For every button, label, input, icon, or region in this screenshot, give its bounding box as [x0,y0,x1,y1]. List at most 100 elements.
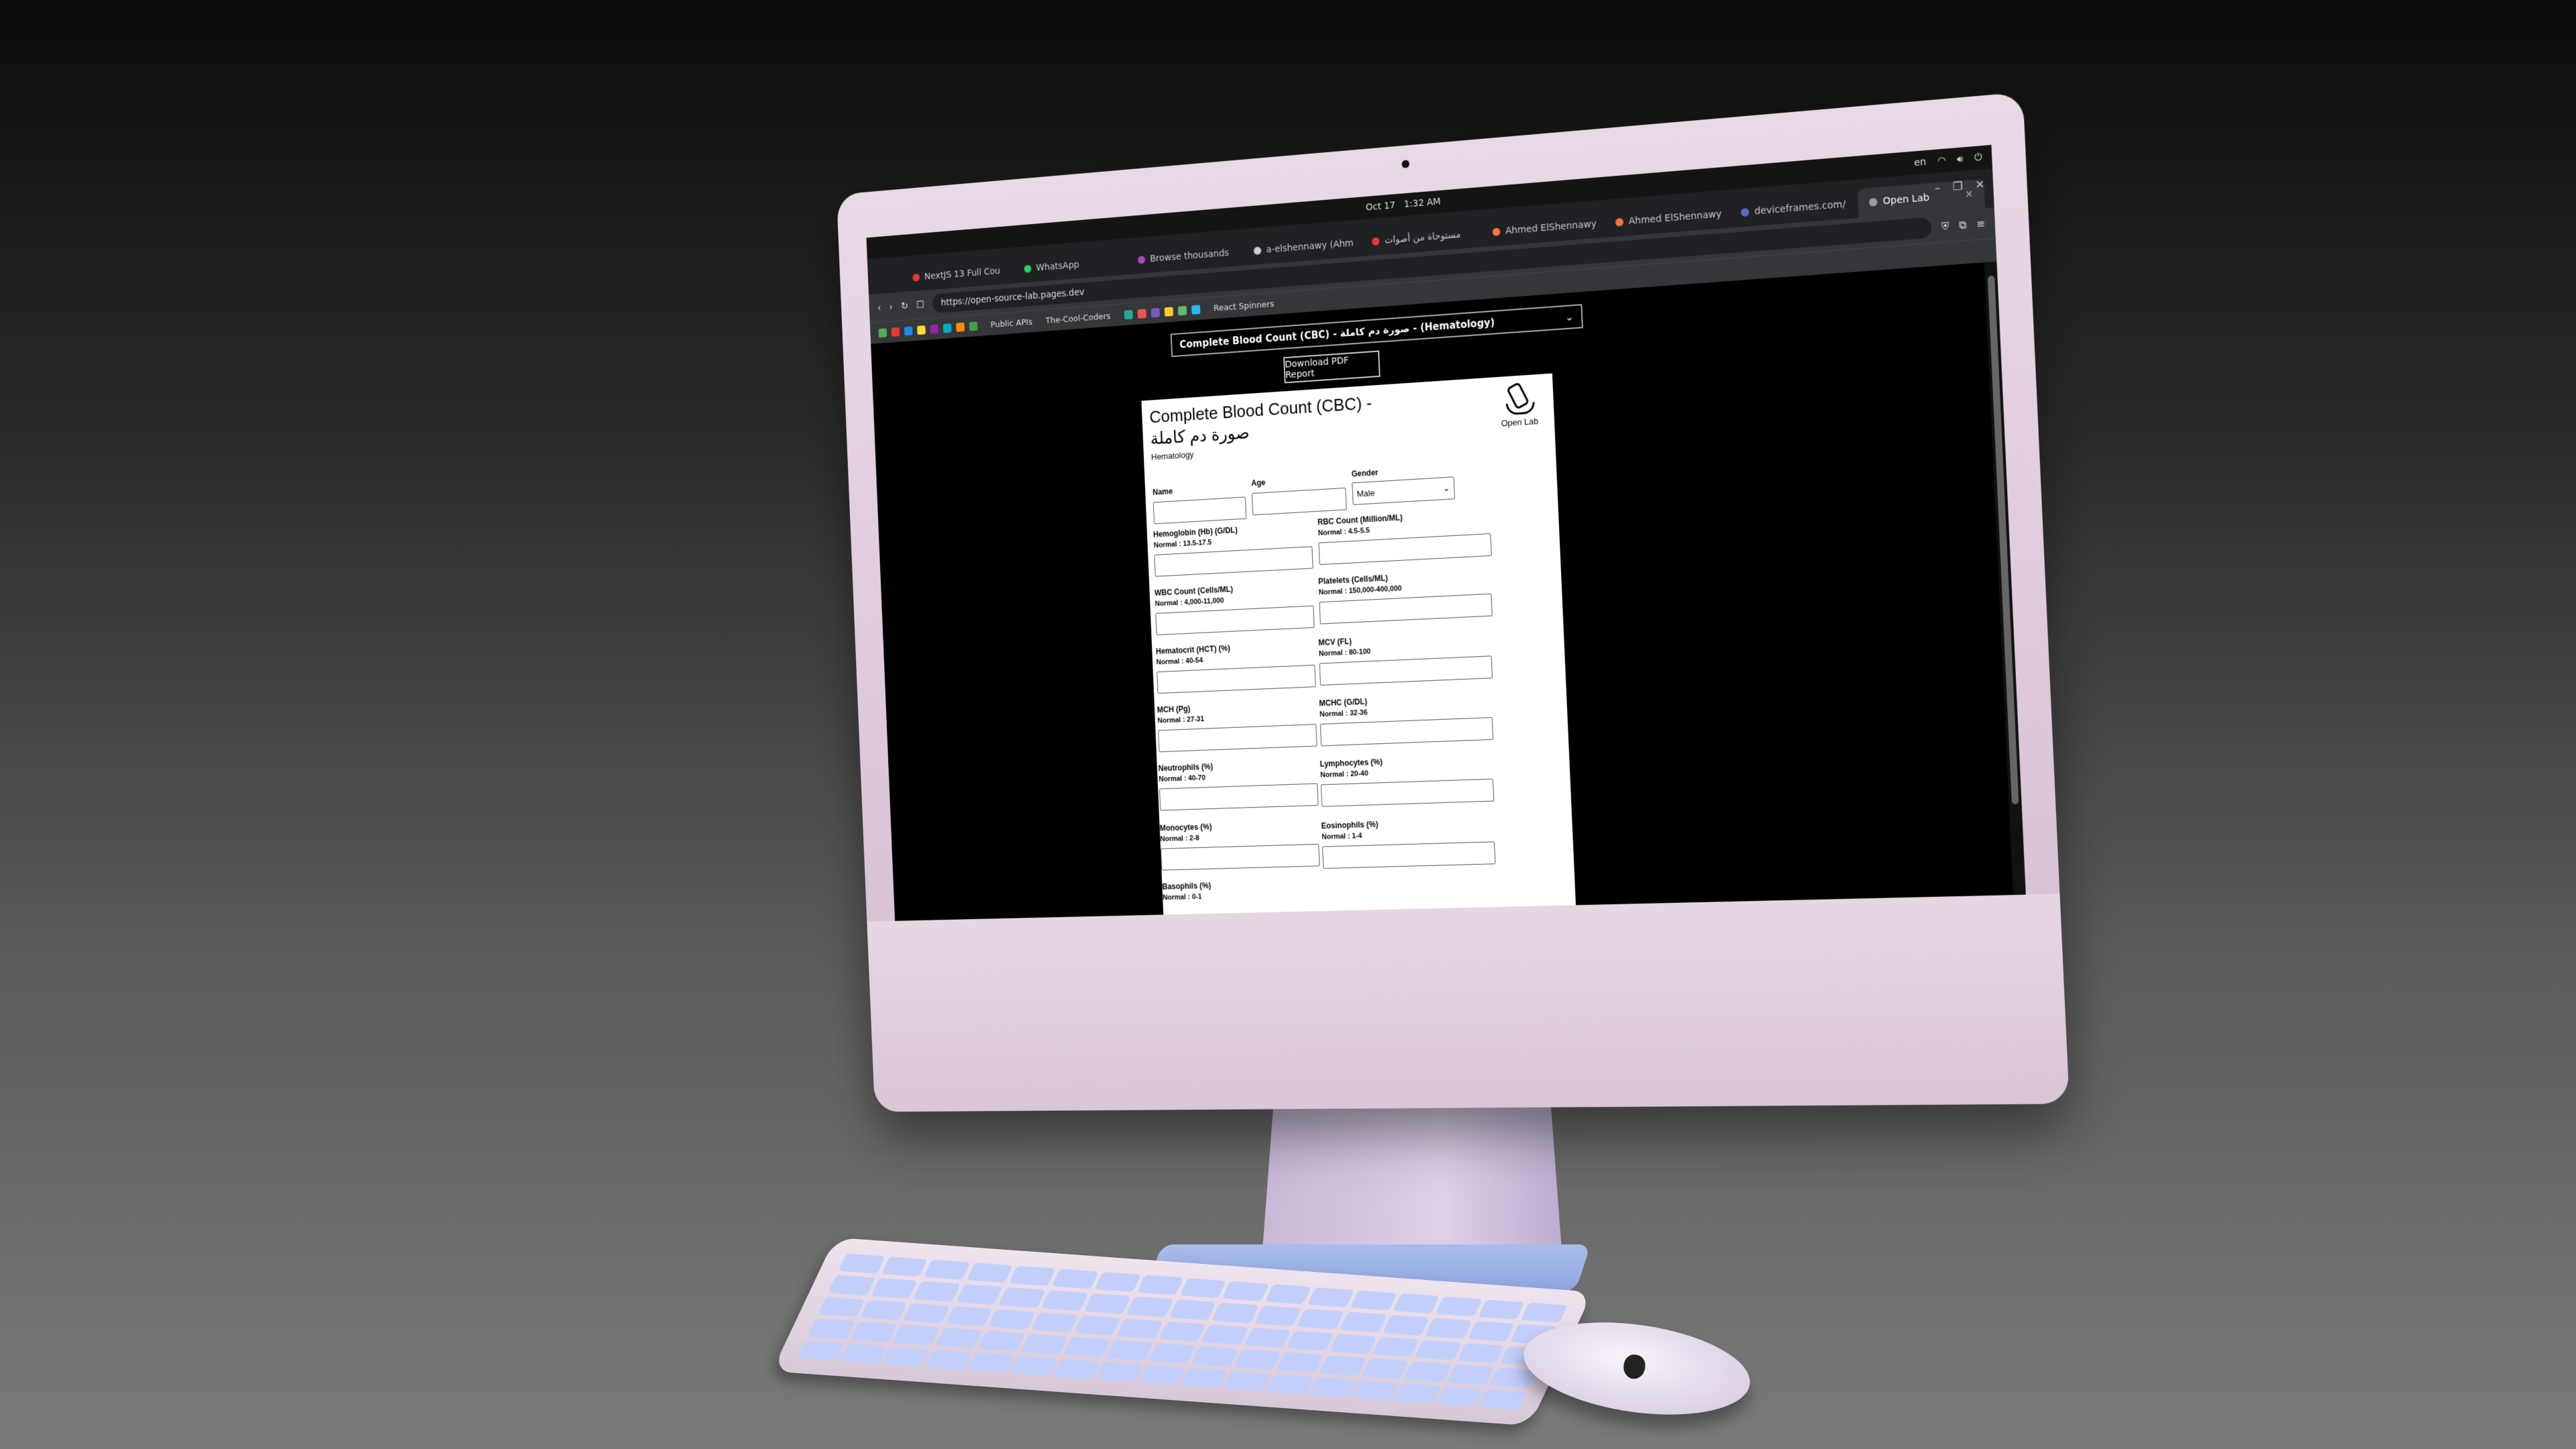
bookmark-the-cool-coders[interactable]: The-Cool-Coders [1045,311,1111,326]
bookmark-favicon-icon[interactable] [943,323,952,333]
test-label: Basophils (%) [1162,881,1211,891]
test-input[interactable] [1159,784,1318,811]
bookmark-react-spinners[interactable]: React Spinners [1214,299,1275,313]
bookmark-favicon-icon[interactable] [1164,307,1173,316]
name-label: Name [1152,486,1173,496]
gender-field-group: Gender Male ⌄ [1351,464,1455,505]
bookmark-public-apis[interactable]: Public APIs [990,317,1032,330]
test-input[interactable] [1318,533,1491,565]
keyboard-layout-indicator[interactable]: en [1914,156,1927,168]
report-title: Complete Blood Count (CBC) - صورة دم كام… [1149,392,1375,449]
tab-favicon-icon [1869,198,1878,207]
test-input[interactable] [1155,606,1314,635]
tab-label: a-elshennawy (Ahm [1266,238,1354,256]
extensions-icon[interactable]: ⧉ [1959,219,1967,231]
bookmark-favicon-icon[interactable] [1191,305,1200,315]
camera-icon [1401,160,1409,168]
power-icon[interactable]: ⏻ [1974,152,1982,163]
menu-icon[interactable]: ≡ [1976,217,1986,231]
bookmark-favicon-icon[interactable] [1124,310,1132,319]
bookmark-favicon-icon[interactable] [930,325,938,334]
test-field: Neutrophils (%) Normal : 40-70 [1158,758,1318,810]
download-pdf-button[interactable]: Download PDF Report [1283,350,1381,383]
test-field: MCH (Pg) Normal : 27-31 [1157,699,1318,752]
bookmark-favicon-icon[interactable] [1137,309,1146,318]
test-input[interactable] [1154,546,1313,577]
time-label: 1:32 AM [1403,197,1441,210]
test-label: Lymphocytes (%) [1320,757,1383,769]
tab-favicon-icon [1254,246,1262,255]
date-label: Oct 17 [1366,200,1396,213]
gender-select[interactable]: Male ⌄ [1352,476,1455,504]
minimize-icon[interactable]: – [1934,181,1940,195]
name-input[interactable] [1153,496,1246,524]
normal-range: Normal : 0-1 [1163,890,1322,902]
tab-favicon-icon [1372,237,1380,246]
test-field: Lymphocytes (%) Normal : 20-40 [1320,753,1494,807]
test-field: Monocytes (%) Normal : 2-8 [1159,819,1320,871]
tab-label: Ahmed ElShennawy [1505,219,1597,237]
tab-favicon-icon [1138,256,1145,264]
name-field-group: Name [1152,482,1246,524]
bookmark-favicon-icon[interactable] [892,327,900,337]
test-field: MCHC (G/DL) Normal : 32-36 [1319,692,1493,746]
bookmark-icons [1124,305,1200,319]
test-field: WBC Count (Cells/ML) Normal : 4,000-11,0… [1155,580,1315,635]
test-label: MCH (Pg) [1157,704,1191,715]
test-input[interactable] [1158,724,1317,752]
back-icon[interactable]: ‹ [877,302,881,313]
maximize-icon[interactable]: ❐ [1952,179,1963,193]
test-input[interactable] [1319,594,1492,625]
test-input[interactable] [1157,665,1316,694]
imac-display: Oct 17 1:32 AM en ◠ 🔊︎ ⏻ NextJS 13 Full … [837,92,2070,1112]
test-label: MCHC (G/DL) [1319,697,1367,708]
tab-favicon-icon [1741,208,1750,217]
test-field: MCV (FL) Normal : 80-100 [1318,631,1493,686]
gender-label: Gender [1351,468,1378,478]
tab-label: مستوحاة من أصوات [1385,229,1461,246]
imac-chin [867,894,2070,1112]
bookmark-favicon-icon[interactable] [1150,308,1159,317]
age-input[interactable] [1252,488,1347,515]
bookmark-favicon-icon[interactable] [878,328,887,337]
tab-favicon-icon [1024,265,1031,273]
tab-label: WhatsApp [1036,260,1079,273]
screen: Oct 17 1:32 AM en ◠ 🔊︎ ⏻ NextJS 13 Full … [866,145,2025,921]
test-label: MCV (FL) [1318,637,1352,647]
bookmark-favicon-icon[interactable] [904,326,913,335]
volume-icon[interactable]: 🔊︎ [1957,154,1964,165]
reload-icon[interactable]: ↻ [901,300,909,312]
gender-value: Male [1356,488,1375,498]
bookmark-favicon-icon[interactable] [956,323,965,332]
age-label: Age [1251,478,1266,488]
new-tab-button[interactable]: + [1988,178,1994,197]
test-field: Basophils (%) Normal : 0-1 [1162,878,1321,902]
tab-label: Browse thousands [1150,248,1229,264]
bookmark-favicon-icon[interactable] [969,321,977,331]
tab-label: Ahmed ElShennawy [1629,209,1722,227]
test-field: Hemoglobin (Hb) (G/DL) Normal : 13.5-17.… [1153,521,1313,577]
bookmark-icon[interactable]: ☐ [916,299,925,311]
test-label: Eosinophils (%) [1321,820,1378,830]
wifi-icon[interactable]: ◠ [1937,155,1946,167]
bookmark-favicon-icon[interactable] [917,325,926,335]
test-field: RBC Count (Million/ML) Normal : 4.5-5.5 [1318,508,1492,565]
test-input[interactable] [1161,844,1320,871]
test-label: RBC Count (Million/ML) [1318,513,1403,527]
test-input[interactable] [1320,717,1493,746]
test-input[interactable] [1320,655,1493,686]
age-field-group: Age [1251,473,1347,515]
tab-label: NextJS 13 Full Cou [924,266,1001,282]
clock: Oct 17 1:32 AM [1366,197,1441,213]
forward-icon[interactable]: › [889,301,893,313]
test-input[interactable] [1322,841,1496,869]
test-input[interactable] [1321,779,1495,807]
bookmark-favicon-icon[interactable] [1177,306,1186,316]
test-field: Eosinophils (%) Normal : 1-4 [1321,816,1495,869]
logo-label: Open Lab [1501,416,1538,428]
test-label: Monocytes (%) [1159,822,1212,833]
test-label: Hematocrit (HCT) (%) [1156,643,1230,656]
shield-icon[interactable]: ⛨ [1941,220,1950,233]
close-window-icon[interactable]: ✕ [1975,178,1985,192]
open-lab-logo: Open Lab [1495,382,1543,429]
